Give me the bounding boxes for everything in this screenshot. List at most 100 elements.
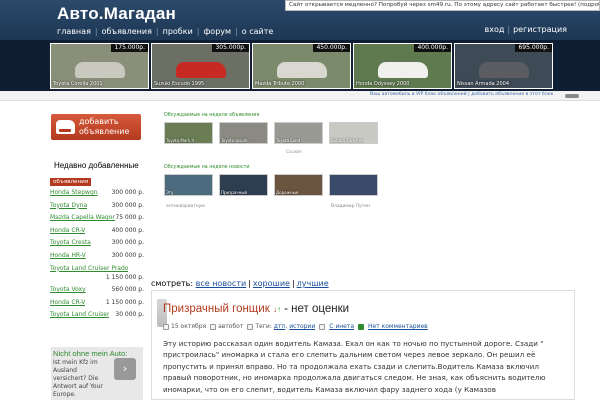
car-name-link[interactable]: Toyota Dyna — [50, 202, 87, 215]
nav-divider: | — [507, 25, 511, 34]
car-name-link[interactable]: Mazda Capella Wagon — [50, 214, 115, 227]
car-name-link[interactable]: Honda CR-V — [50, 227, 85, 240]
discussed-news-thumb[interactable]: Эту — [164, 174, 213, 196]
car-caption: Honda Odyssey 2000 — [356, 81, 410, 87]
recent-list: объявления Honda Stepwgn 300 000 р. Toyot… — [50, 177, 144, 324]
filter-best-link[interactable]: лучшие — [297, 279, 329, 288]
post-rating: - нет оценки — [284, 303, 350, 315]
comment-icon — [358, 323, 365, 330]
tag-icon — [247, 323, 254, 330]
filter-all-link[interactable]: все новости — [196, 279, 247, 288]
scroll-arrow-icon[interactable] — [565, 94, 579, 98]
car-name-link[interactable]: Honda HR-V — [50, 252, 86, 265]
vip-car-card[interactable]: 695.000р. Nissan Armada 2004 — [454, 43, 553, 89]
car-price: 175.000р. — [111, 44, 148, 52]
discussed-news-thumb[interactable]: Призрачный — [219, 174, 268, 196]
filter-prefix: смотреть: — [151, 279, 194, 288]
car-photo — [479, 62, 529, 78]
source-link[interactable]: С инета — [329, 323, 354, 330]
post-title-link[interactable]: Призрачный гонщик — [163, 303, 270, 315]
ad-banner[interactable]: Nicht ohne mein Auto: Ist mein Kfz im Au… — [51, 347, 143, 400]
site-header: Авто.Магадан Сайт открывается медленно? … — [0, 0, 600, 40]
vip-car-card[interactable]: 400.000р. Honda Odyssey 2000 — [353, 43, 452, 89]
list-item[interactable]: Honda HR-V 300 000 р. — [50, 252, 144, 265]
car-price: 560 000 р. — [111, 286, 144, 294]
car-name-link[interactable]: Honda Stepwgn — [50, 189, 98, 202]
list-item[interactable]: Toyota Cresta 300 000 р. — [50, 239, 144, 252]
thumb-caption: Toyota Ipsum — [221, 138, 248, 143]
car-icon — [56, 120, 75, 134]
discussed-ad-thumb[interactable]: Toyota Mark II — [164, 122, 213, 144]
car-caption: Nissan Armada 2004 — [457, 81, 510, 87]
vip-car-card[interactable]: 450.000р. Mazda Tribute 2000 — [252, 43, 351, 89]
nav-item-traffic[interactable]: пробки — [163, 27, 193, 36]
list-item[interactable]: Mazda Capella Wagon 75 000 р. — [50, 214, 144, 227]
vip-car-card[interactable]: 175.000р. Toyota Corolla 2001 — [50, 43, 149, 89]
recent-title: Недавно добавленные — [54, 161, 139, 170]
main-nav: главная | объявления | пробки | форум | … — [57, 25, 273, 37]
discussed-news-thumb[interactable]: Дорожные — [274, 174, 323, 196]
list-item[interactable]: Honda CR-V 1 150 000 р. — [50, 299, 144, 312]
nav-item-ads[interactable]: объявления — [102, 27, 152, 36]
discussed-ads-title: Обсуждаемые на неделе объявления — [164, 113, 260, 118]
thumb-caption: Дорожные — [276, 190, 299, 195]
car-price: 1 150 000 р. — [105, 273, 144, 281]
recent-tag[interactable]: объявления — [50, 178, 92, 186]
thumb-caption: Toyota Mark II — [166, 138, 194, 143]
car-name-link[interactable]: Honda CR-V — [50, 299, 85, 312]
car-name-link[interactable]: Toyota Cresta — [50, 239, 91, 252]
vote-up-icon[interactable]: ↑ — [277, 305, 281, 314]
discussed-ad-thumb[interactable]: Toyota Land — [274, 122, 323, 144]
add-ad-button[interactable]: добавить объявление — [51, 114, 141, 140]
site-logo[interactable]: Авто.Магадан — [57, 4, 176, 24]
car-price: 300 000 р. — [111, 201, 144, 209]
speed-notice[interactable]: Сайт открывается медленно? Попробуй чере… — [285, 0, 600, 11]
nav-divider: | — [94, 26, 98, 36]
car-price: 75 000 р. — [115, 214, 144, 222]
car-name-link[interactable]: Toyota Land Cruiser — [50, 311, 109, 324]
car-photo — [378, 62, 428, 78]
add-ad-label-2: объявление — [79, 127, 130, 136]
nav-item-home[interactable]: главная — [57, 27, 91, 36]
ad-text: Ist mein Kfz im Ausland versichert? Die … — [53, 359, 103, 398]
post-author: автобот — [218, 323, 244, 330]
nav-item-about[interactable]: о сайте — [242, 27, 274, 36]
car-price: 300 000 р. — [111, 189, 144, 196]
car-caption: Suzuki Escudo 1995 — [154, 81, 205, 87]
discussed-ad-thumb[interactable]: Toyota Ipsum — [219, 122, 268, 144]
car-caption: Toyota Corolla 2001 — [53, 81, 103, 87]
post-title: Призрачный гонщик ↓↑ - нет оценки — [163, 303, 349, 315]
discussed-ad-thumb[interactable]: Subaru Forester — [329, 122, 378, 144]
list-item[interactable]: Toyota Land Cruiser Prado — [50, 265, 144, 274]
list-item[interactable]: Toyota Dyna 300 000 р. — [50, 202, 144, 215]
nav-divider: | — [155, 26, 159, 36]
car-photo — [277, 62, 327, 78]
car-price: 695.000р. — [515, 44, 552, 52]
thumb-caption: Subaru Forester — [331, 138, 363, 143]
car-price: 400 000 р. — [111, 226, 144, 234]
login-link[interactable]: вход — [485, 25, 505, 34]
list-item[interactable]: Toyota Land Cruiser 30 000 р. — [50, 311, 144, 324]
register-link[interactable]: регистрация — [513, 25, 567, 34]
source-icon — [319, 323, 326, 330]
vip-bar-link[interactable]: Ваш автомобиль в VIP блок объявлений | д… — [370, 92, 553, 97]
tag-link[interactable]: дтп — [274, 323, 286, 330]
ad-go-icon[interactable]: › — [114, 358, 136, 380]
nav-divider: | — [235, 26, 238, 36]
list-item[interactable]: Honda Stepwgn 300 000 р. — [50, 189, 144, 202]
filter-good-link[interactable]: хорошие — [253, 279, 290, 288]
vip-car-card[interactable]: 305.000р. Suzuki Escudo 1995 — [151, 43, 250, 89]
list-item[interactable]: Toyota Voxy 560 000 р. — [50, 286, 144, 299]
car-name-link[interactable]: Toyota Land Cruiser Prado — [50, 265, 128, 274]
ad-title: Nicht ohne mein Auto: — [53, 349, 128, 358]
tag-separator: , — [285, 323, 288, 330]
tag-link[interactable]: истории — [289, 323, 315, 330]
nav-item-forum[interactable]: форум — [203, 27, 231, 36]
list-item[interactable]: 1 150 000 р. — [50, 274, 144, 287]
discussed-news-thumb[interactable] — [329, 174, 378, 196]
car-price: 1 150 000 р. — [105, 298, 144, 306]
add-ad-label-1: добавить — [79, 117, 119, 126]
comments-link[interactable]: Нет комментариев — [368, 323, 428, 330]
list-item[interactable]: Honda CR-V 400 000 р. — [50, 227, 144, 240]
car-name-link[interactable]: Toyota Voxy — [50, 286, 86, 299]
